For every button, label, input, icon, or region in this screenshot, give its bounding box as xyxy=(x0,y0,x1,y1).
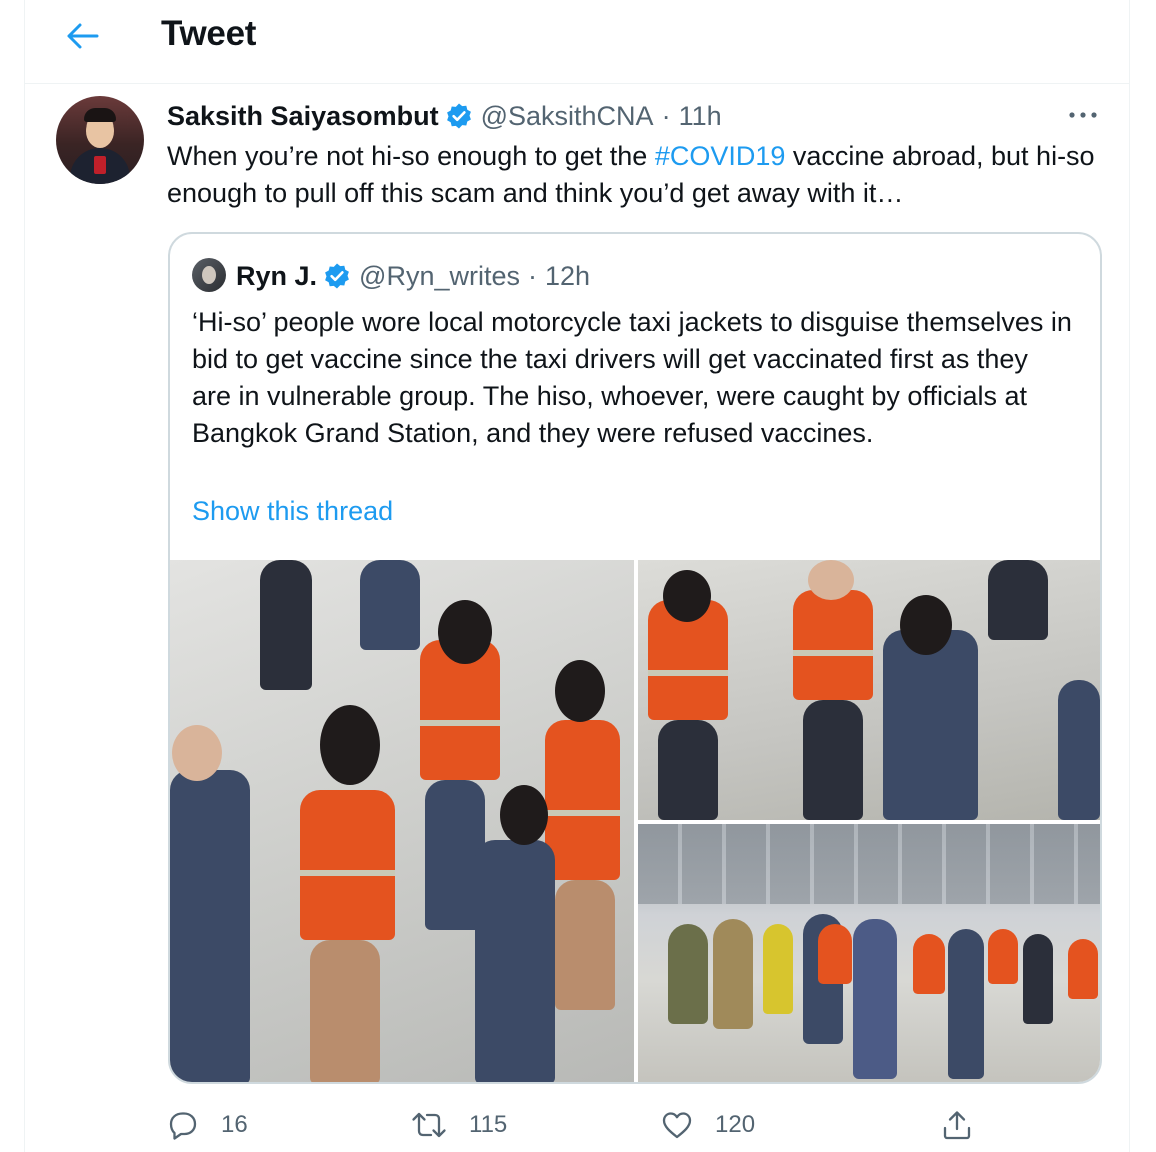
quote-text: ‘Hi-so’ people wore local motorcycle tax… xyxy=(192,307,1072,448)
reply-count: 16 xyxy=(221,1111,248,1138)
like-icon xyxy=(662,1112,692,1139)
author-name[interactable]: Saksith Saiyasombut xyxy=(167,101,439,132)
quote-author-avatar[interactable] xyxy=(192,258,226,292)
time-separator: · xyxy=(661,100,671,131)
reply-button[interactable]: 16 xyxy=(167,1100,248,1150)
media-photo[interactable] xyxy=(638,560,1100,820)
retweet-count: 115 xyxy=(469,1111,508,1138)
tweet-time[interactable]: 11h xyxy=(679,101,722,132)
like-count: 120 xyxy=(715,1111,756,1138)
back-button[interactable] xyxy=(59,14,107,58)
tweet-text: When you’re not hi-so enough to get the … xyxy=(167,138,1107,212)
back-arrow-icon xyxy=(67,23,99,49)
retweet-icon xyxy=(412,1112,446,1138)
hashtag-link[interactable]: #COVID19 xyxy=(655,141,786,171)
quote-time: 12h xyxy=(544,260,591,291)
verified-badge-icon xyxy=(323,262,351,290)
more-options-button[interactable] xyxy=(1063,100,1103,130)
author-handle[interactable]: @SaksithCNA xyxy=(481,101,654,132)
quote-media-grid xyxy=(170,560,1100,1082)
quoted-tweet[interactable]: Ryn J. @Ryn_writes · 12h ‘Hi-so’ people … xyxy=(168,232,1102,1084)
retweet-button[interactable]: 115 xyxy=(411,1100,507,1150)
like-button[interactable]: 120 xyxy=(661,1100,755,1150)
tweet-action-bar: 16 115 120 xyxy=(167,1100,1107,1150)
verified-badge-icon xyxy=(445,102,473,130)
tweet-page: Tweet Saksith Saiyasombut @SaksithCNA · … xyxy=(24,0,1130,1152)
quote-author-handle: @Ryn_writes xyxy=(359,260,520,291)
page-title: Tweet xyxy=(161,14,257,53)
quote-time-separator: · xyxy=(527,260,537,291)
media-photo[interactable] xyxy=(170,560,634,1082)
reply-icon xyxy=(169,1112,197,1140)
media-photo[interactable] xyxy=(638,824,1100,1082)
tweet-author-line: Saksith Saiyasombut @SaksithCNA · 11h xyxy=(167,97,722,135)
tweet-text-before: When you’re not hi-so enough to get the xyxy=(167,141,655,171)
share-icon xyxy=(943,1111,971,1140)
quote-author-line: Ryn J. @Ryn_writes · 12h xyxy=(236,258,590,294)
author-avatar[interactable] xyxy=(56,96,144,184)
show-thread-link[interactable]: Show this thread xyxy=(192,496,393,527)
page-header: Tweet xyxy=(25,0,1129,84)
more-options-icon xyxy=(1069,112,1097,118)
share-button[interactable] xyxy=(941,1100,995,1150)
quote-author-name: Ryn J. xyxy=(236,260,318,291)
